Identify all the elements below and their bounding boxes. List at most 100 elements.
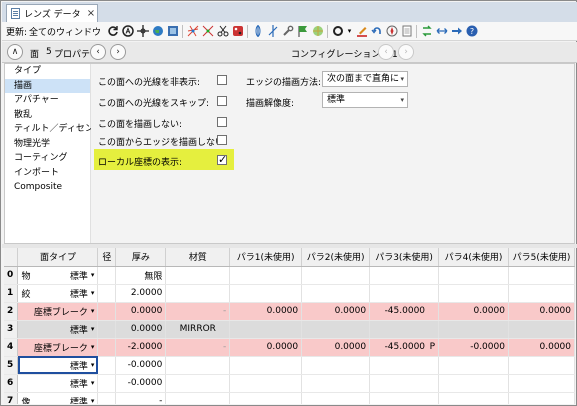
param3-cell[interactable]: -45.0000 P bbox=[369, 338, 440, 357]
help-icon[interactable]: ? bbox=[465, 25, 478, 38]
param5-cell[interactable] bbox=[508, 374, 575, 393]
param2-cell[interactable]: 0.0000 bbox=[301, 338, 371, 357]
col-param3-header[interactable]: パラ3(未使用) bbox=[369, 248, 440, 267]
param1-cell[interactable] bbox=[229, 266, 303, 285]
surface-type-cell[interactable]: 標準 ▾ bbox=[17, 374, 99, 393]
close-icon[interactable]: × bbox=[87, 8, 95, 19]
compass-icon[interactable] bbox=[385, 25, 398, 38]
chevron-down-icon[interactable]: ▾ bbox=[91, 343, 95, 351]
param2-cell[interactable] bbox=[301, 356, 371, 375]
param5-cell[interactable] bbox=[508, 392, 575, 404]
param1-cell[interactable] bbox=[229, 392, 303, 404]
surface-type-cell[interactable]: 座標ブレーク ▾ bbox=[17, 338, 99, 357]
calc-icon[interactable] bbox=[121, 25, 134, 38]
material-cell[interactable]: - bbox=[165, 302, 231, 321]
no-edges-checkbox[interactable] bbox=[217, 135, 227, 145]
material-cell[interactable] bbox=[165, 374, 231, 393]
material-cell[interactable] bbox=[165, 392, 231, 404]
chevron-down-icon[interactable]: ▾ bbox=[91, 289, 95, 297]
nav-item-composite[interactable]: Composite bbox=[5, 180, 90, 195]
param5-cell[interactable]: 0.0000 bbox=[508, 338, 575, 357]
chevron-down-icon[interactable]: ▾ bbox=[91, 379, 95, 387]
param1-cell[interactable]: 0.0000 bbox=[229, 338, 303, 357]
nav-item-aperture[interactable]: アパチャー bbox=[5, 93, 90, 108]
skip-rays-checkbox[interactable] bbox=[217, 96, 227, 106]
radius-cell[interactable] bbox=[97, 302, 117, 321]
edge-method-select[interactable]: 次の面まで直角に ▾ bbox=[322, 71, 408, 87]
refresh-icon[interactable] bbox=[106, 25, 119, 38]
nav-item-tilt-decenter[interactable]: ティルト／ディセンタ bbox=[5, 122, 103, 137]
param3-cell[interactable] bbox=[369, 374, 440, 393]
param4-cell[interactable] bbox=[438, 320, 509, 339]
chevron-down-icon[interactable]: ▾ bbox=[91, 397, 95, 404]
undo-icon[interactable] bbox=[370, 25, 383, 38]
param1-cell[interactable] bbox=[229, 374, 303, 393]
material-cell[interactable] bbox=[165, 266, 231, 285]
param2-cell[interactable] bbox=[301, 284, 371, 303]
col-surface-type-header[interactable]: 面タイプ bbox=[17, 248, 99, 267]
param4-cell[interactable] bbox=[438, 356, 509, 375]
chevron-down-icon[interactable]: ▾ bbox=[91, 271, 95, 279]
table-row[interactable]: 3 標準 ▾ 0.0000 MIRROR bbox=[4, 320, 575, 339]
col-material-header[interactable]: 材質 bbox=[165, 248, 231, 267]
param1-cell[interactable] bbox=[229, 284, 303, 303]
nav-item-scatter[interactable]: 散乱 bbox=[5, 108, 90, 123]
do-not-draw-checkbox[interactable] bbox=[217, 117, 227, 127]
tilt-icon[interactable] bbox=[266, 25, 279, 38]
collapse-button[interactable]: ∧ bbox=[7, 44, 23, 60]
prev-surface-button[interactable]: ‹ bbox=[90, 44, 106, 60]
param3-cell[interactable] bbox=[369, 356, 440, 375]
radius-cell[interactable] bbox=[97, 356, 117, 375]
material-cell[interactable]: - bbox=[165, 338, 231, 357]
crosshair-icon[interactable] bbox=[136, 25, 149, 38]
next-config-button[interactable]: › bbox=[398, 44, 414, 60]
param3-cell[interactable]: -45.0000 bbox=[369, 302, 440, 321]
table-row[interactable]: 4 座標ブレーク ▾ -2.0000-0.0000 0.0000 -45.0000 P -0.… bbox=[4, 338, 575, 357]
param3-cell[interactable] bbox=[369, 392, 440, 404]
param3-cell[interactable] bbox=[369, 284, 440, 303]
lens-icon[interactable] bbox=[251, 25, 264, 38]
thickness-cell[interactable]: -0.0000 bbox=[115, 374, 167, 393]
material-cell[interactable]: MIRROR bbox=[165, 320, 231, 339]
param5-cell[interactable] bbox=[508, 320, 575, 339]
param2-cell[interactable] bbox=[301, 392, 371, 404]
wrench-icon[interactable] bbox=[281, 25, 294, 38]
surface-type-cell[interactable]: 標準 ▾ bbox=[17, 320, 99, 339]
param5-cell[interactable] bbox=[508, 356, 575, 375]
thickness-cell[interactable]: - bbox=[115, 392, 167, 404]
thickness-cell[interactable]: 0.0000 bbox=[115, 320, 167, 339]
surface-type-cell[interactable]: 物 標準 ▾ bbox=[17, 266, 99, 285]
param4-cell[interactable] bbox=[438, 392, 509, 404]
chevron-down-icon[interactable]: ▾ bbox=[91, 325, 95, 333]
radius-cell[interactable] bbox=[97, 338, 117, 357]
param2-cell[interactable] bbox=[301, 266, 371, 285]
col-param1-header[interactable]: パラ1(未使用) bbox=[229, 248, 303, 267]
palette-icon[interactable] bbox=[231, 25, 244, 38]
surface-type-cell[interactable]: 座標ブレーク ▾ bbox=[17, 302, 99, 321]
param4-cell[interactable]: 0.0000 bbox=[438, 302, 509, 321]
param4-cell[interactable]: -0.0000 bbox=[438, 338, 509, 357]
thickness-cell[interactable]: 2.0000 bbox=[115, 284, 167, 303]
radius-cell[interactable] bbox=[97, 266, 117, 285]
ring-icon[interactable] bbox=[331, 25, 344, 38]
param2-cell[interactable] bbox=[301, 320, 371, 339]
arrow-right-icon[interactable] bbox=[450, 25, 463, 38]
param5-cell[interactable] bbox=[508, 266, 575, 285]
col-radius-header[interactable]: 径 bbox=[97, 248, 117, 267]
page-icon[interactable] bbox=[400, 25, 413, 38]
param1-cell[interactable] bbox=[229, 356, 303, 375]
thickness-cell[interactable]: 無限 bbox=[115, 266, 167, 285]
surface-type-cell[interactable]: 絞 標準 ▾ bbox=[17, 284, 99, 303]
thickness-cell[interactable]: -0.0000 bbox=[115, 356, 167, 375]
scissors-icon[interactable] bbox=[216, 25, 229, 38]
nav-item-import[interactable]: インポート bbox=[5, 166, 90, 181]
thickness-cell[interactable]: 0.0000 bbox=[115, 302, 167, 321]
radius-cell[interactable] bbox=[97, 392, 117, 404]
param4-cell[interactable] bbox=[438, 266, 509, 285]
update-dropdown[interactable]: 全てのウィンドウ bbox=[29, 25, 101, 38]
table-row[interactable]: 6 標準 ▾ -0.0000 bbox=[4, 374, 575, 393]
material-cell[interactable] bbox=[165, 284, 231, 303]
param3-cell[interactable] bbox=[369, 320, 440, 339]
col-param2-header[interactable]: パラ2(未使用) bbox=[301, 248, 371, 267]
nav-item-coating[interactable]: コーティング bbox=[5, 151, 90, 166]
